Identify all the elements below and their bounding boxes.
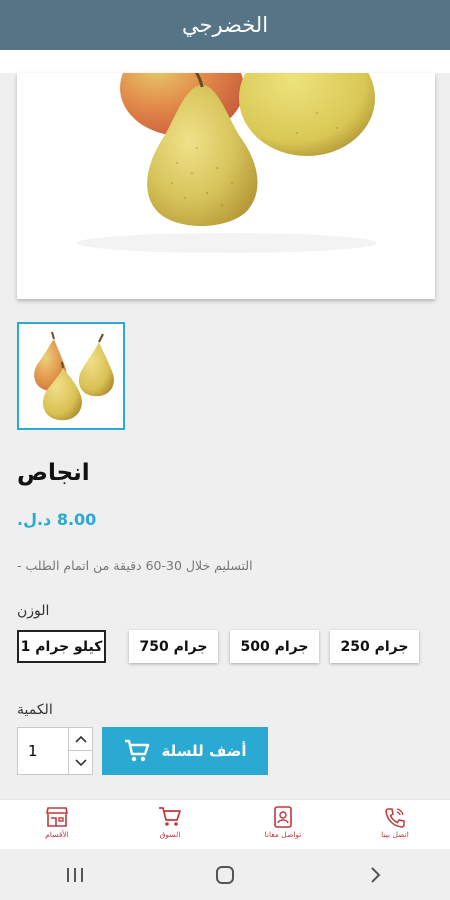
- store-icon: [46, 807, 68, 827]
- cart-icon: [159, 807, 181, 826]
- recent-apps-icon: [67, 867, 83, 882]
- weight-option-250g[interactable]: جرام 250: [330, 630, 419, 663]
- product-image-card[interactable]: [17, 73, 435, 299]
- quantity-label: الكمية: [17, 702, 53, 718]
- bottom-navigation: الأقسام السوق تواصل معانا اتصل بينا: [0, 799, 450, 849]
- nav-item-contact-us[interactable]: تواصل معانا: [238, 806, 328, 839]
- contact-card-icon: [274, 806, 292, 828]
- back-icon: [371, 866, 381, 883]
- thumbnail-image: [34, 331, 114, 421]
- nav-label-market: السوق: [159, 830, 181, 839]
- chevron-down-icon: [74, 758, 87, 766]
- home-icon: [216, 865, 234, 884]
- recent-apps-button[interactable]: [45, 855, 105, 895]
- product-image: [77, 73, 377, 253]
- weight-option-500g[interactable]: جرام 500: [230, 630, 319, 663]
- chevron-up-icon: [74, 735, 87, 743]
- system-navigation-bar: [0, 849, 450, 900]
- product-name: انجاص: [17, 460, 90, 486]
- app-title: الخضرجي: [181, 13, 269, 37]
- nav-label-categories: الأقسام: [45, 830, 69, 839]
- weight-option-750g[interactable]: جرام 750: [129, 630, 218, 663]
- nav-item-call-us[interactable]: اتصل بينا: [350, 806, 440, 839]
- quantity-stepper: [17, 727, 93, 775]
- app-header: الخضرجي: [0, 0, 450, 50]
- delivery-note: التسليم خلال 30-60 دقيقة من اتمام الطلب …: [17, 558, 253, 573]
- quantity-decrease-button[interactable]: [69, 751, 92, 774]
- product-thumbnail[interactable]: [17, 322, 125, 430]
- header-spacer: [0, 50, 450, 73]
- nav-label-contact-us: تواصل معانا: [264, 830, 302, 839]
- cart-icon: [124, 739, 149, 762]
- quantity-input[interactable]: [18, 728, 70, 774]
- quantity-increase-button[interactable]: [69, 728, 92, 751]
- add-to-cart-label: أضف للسلة: [161, 742, 247, 760]
- product-price: 8.00 د.ل.: [17, 510, 97, 529]
- add-to-cart-button[interactable]: أضف للسلة: [102, 727, 268, 775]
- back-button[interactable]: [345, 855, 405, 895]
- weight-label: الوزن: [17, 603, 50, 619]
- weight-option-1kg[interactable]: كيلو جرام 1: [17, 630, 106, 663]
- nav-item-categories[interactable]: الأقسام: [12, 806, 102, 839]
- nav-item-market[interactable]: السوق: [125, 806, 215, 839]
- phone-icon: [385, 808, 405, 828]
- nav-label-call-us: اتصل بينا: [381, 830, 409, 839]
- home-button[interactable]: [195, 855, 255, 895]
